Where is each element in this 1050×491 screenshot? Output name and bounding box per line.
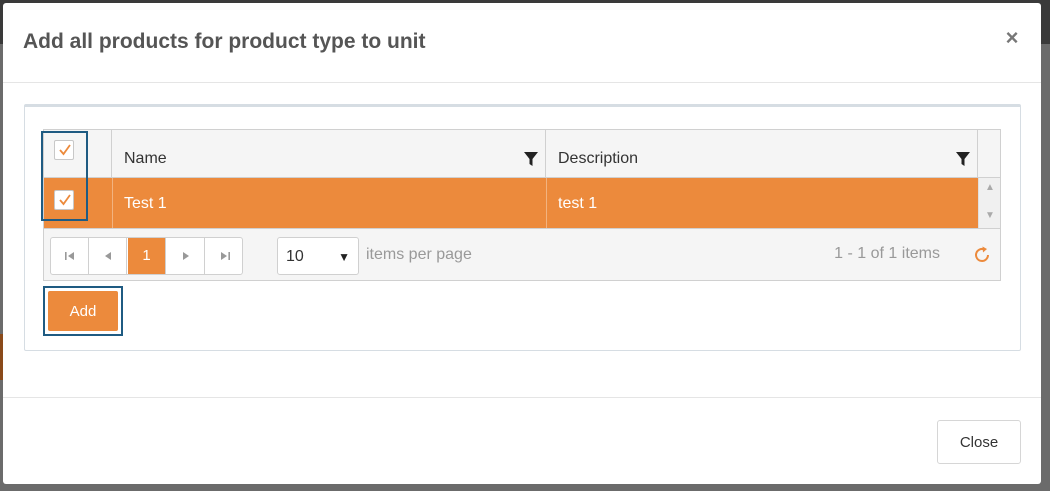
filter-icon[interactable]	[523, 151, 539, 167]
page-button-current[interactable]: 1	[128, 238, 166, 274]
last-page-icon	[221, 252, 230, 260]
first-page-icon	[64, 252, 74, 260]
close-icon[interactable]: ×	[1003, 27, 1021, 49]
checkbox-column-highlight	[41, 131, 88, 221]
prev-page-icon	[104, 252, 111, 260]
modal-header: Add all products for product type to uni…	[3, 3, 1041, 83]
column-header-description[interactable]: Description	[546, 130, 978, 178]
cell-divider	[112, 178, 113, 228]
add-button-highlight: Add	[43, 286, 123, 336]
cell-divider	[546, 178, 547, 228]
next-page-icon	[182, 252, 189, 260]
pager-buttons: 1	[50, 237, 243, 275]
scroll-down-icon[interactable]: ▼	[984, 210, 996, 221]
prev-page-button[interactable]	[89, 238, 127, 274]
grid-header: Name Description	[44, 130, 1000, 178]
scroll-up-icon[interactable]: ▲	[984, 182, 996, 193]
grid-pager: 1 10 ▼ items per page 1 - 1 of 1 items	[44, 228, 1000, 280]
table-row[interactable]: Test 1 test 1	[44, 178, 978, 228]
filter-icon[interactable]	[955, 151, 971, 167]
chevron-down-icon: ▼	[338, 250, 350, 264]
modal-dialog: Add all products for product type to uni…	[3, 3, 1041, 484]
pager-range-text: 1 - 1 of 1 items	[834, 245, 940, 262]
products-panel: Name Description Test 1 test 1 ▲ ▼ 1 10 …	[24, 104, 1021, 351]
column-label-name: Name	[124, 150, 167, 167]
last-page-button[interactable]	[206, 238, 242, 274]
products-grid: Name Description Test 1 test 1 ▲ ▼ 1 10 …	[43, 129, 1001, 281]
cell-description: test 1	[558, 195, 598, 212]
cell-name: Test 1	[124, 195, 167, 212]
column-label-description: Description	[558, 150, 639, 167]
close-button[interactable]: Close	[937, 420, 1021, 464]
next-page-button[interactable]	[167, 238, 205, 274]
first-page-button[interactable]	[51, 238, 89, 274]
page-size-select[interactable]: 10 ▼	[277, 237, 359, 275]
modal-footer: Close	[3, 397, 1041, 484]
refresh-icon[interactable]	[972, 245, 992, 265]
column-header-name[interactable]: Name	[112, 130, 546, 178]
items-per-page-label: items per page	[366, 246, 472, 263]
grid-scrollbar[interactable]: ▲ ▼	[978, 178, 1000, 228]
page-size-value: 10	[286, 248, 304, 265]
modal-title: Add all products for product type to uni…	[23, 30, 426, 53]
add-button[interactable]: Add	[48, 291, 118, 331]
